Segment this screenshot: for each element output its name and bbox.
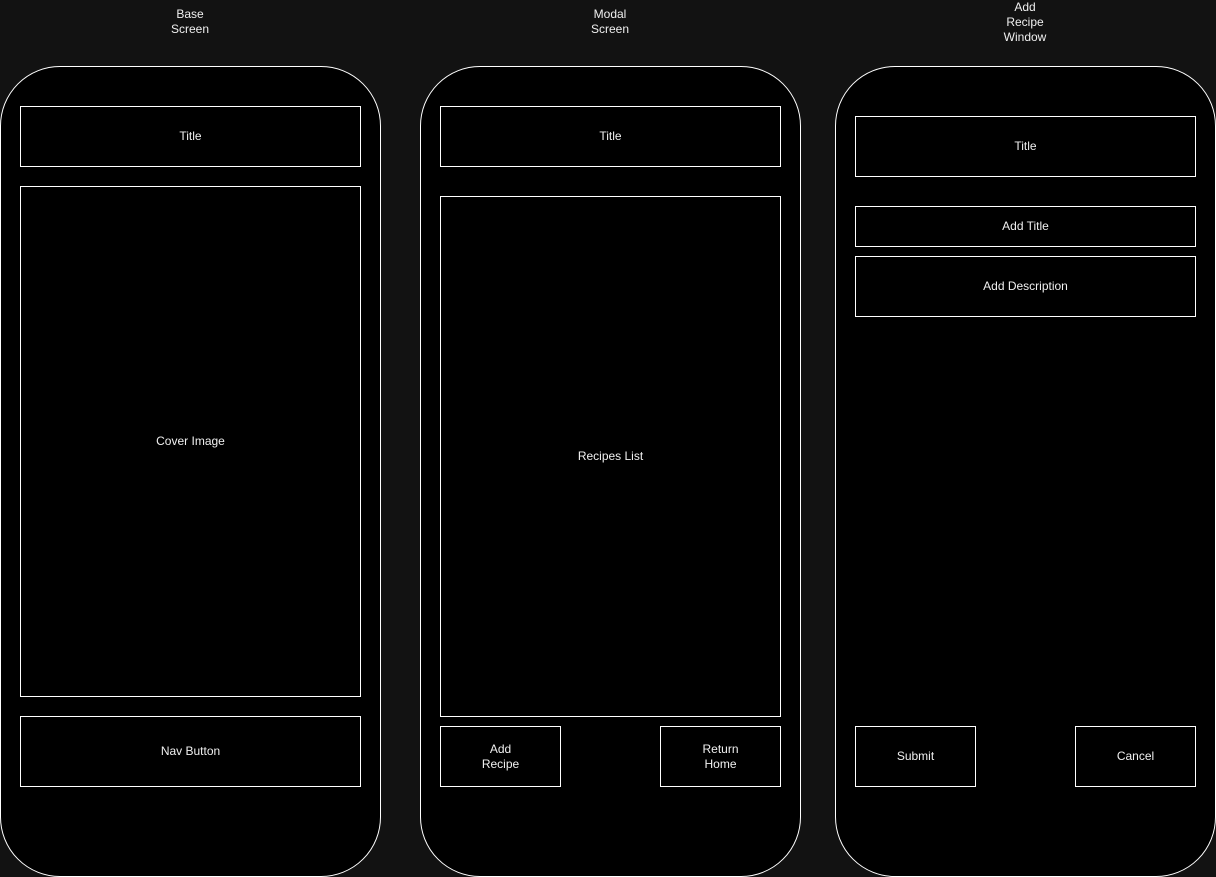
add-description-field[interactable]: Add Description xyxy=(855,256,1196,317)
modal-screen-title: Title xyxy=(440,106,781,167)
submit-button[interactable]: Submit xyxy=(855,726,976,787)
nav-button[interactable]: Nav Button xyxy=(20,716,361,787)
modal-screen-caption: Modal Screen xyxy=(590,7,630,36)
add-recipe-window-title: Title xyxy=(855,116,1196,177)
base-screen-caption: Base Screen xyxy=(170,7,210,36)
return-home-button[interactable]: Return Home xyxy=(660,726,781,787)
add-recipe-window-caption: Add Recipe Window xyxy=(1003,0,1047,44)
base-screen-title: Title xyxy=(20,106,361,167)
add-recipe-button[interactable]: Add Recipe xyxy=(440,726,561,787)
cancel-button[interactable]: Cancel xyxy=(1075,726,1196,787)
cover-image: Cover Image xyxy=(20,186,361,697)
recipes-list[interactable]: Recipes List xyxy=(440,196,781,717)
add-title-field[interactable]: Add Title xyxy=(855,206,1196,247)
